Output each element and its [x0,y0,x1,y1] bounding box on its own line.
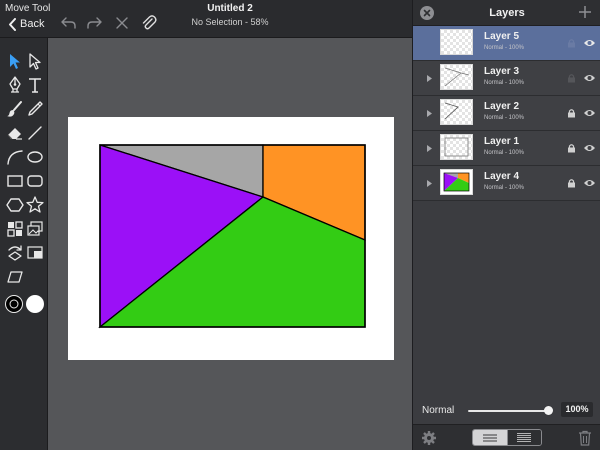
frame-icon[interactable] [25,243,45,263]
move-arrow-icon[interactable] [5,51,25,71]
paperclip-icon[interactable] [140,14,158,32]
layer-thumbnail [440,169,473,195]
eye-icon[interactable] [583,73,596,83]
lock-icon[interactable] [567,73,576,83]
ellipse-icon[interactable] [25,147,45,167]
lock-icon[interactable] [567,178,576,188]
compact-list-icon[interactable] [506,430,541,445]
disclosure-triangle-icon[interactable] [426,179,434,188]
layer-row-layer-2[interactable]: Layer 2 Normal - 100% [413,96,600,131]
back-button[interactable]: Back [8,15,44,33]
disclosure-triangle-icon[interactable] [426,74,434,83]
opacity-slider-fill [468,410,548,412]
back-label: Back [20,18,45,30]
document-title-block[interactable]: Untitled 2 No Selection - 58% [160,3,300,27]
opacity-slider[interactable] [468,406,553,415]
list-view-icon[interactable] [473,430,507,445]
opacity-value[interactable]: 100% [561,402,593,417]
skew-icon[interactable] [5,267,25,287]
layer-name: Layer 4 [484,171,520,182]
disclosure-triangle-icon[interactable] [426,109,434,118]
layer-name: Layer 2 [484,101,520,112]
eye-icon[interactable] [583,143,596,153]
layer-name: Layer 5 [484,31,520,42]
arc-icon[interactable] [5,147,25,167]
layer-thumbnail [440,99,473,125]
layers-title: Layers [489,7,525,19]
document-title: Untitled 2 [207,3,253,14]
star-icon[interactable] [25,195,45,215]
layer-name: Layer 3 [484,66,520,77]
layer-mode: Normal - 100% [484,185,525,191]
direct-select-icon[interactable] [25,51,45,71]
eye-icon[interactable] [583,108,596,118]
layer-thumbnail [440,29,473,55]
layer-row-layer-5[interactable]: Layer 5 Normal - 100% [413,26,600,61]
eraser-icon[interactable] [5,123,25,143]
rounded-rect-icon[interactable] [25,171,45,191]
opacity-slider-thumb[interactable] [544,406,553,415]
undo-icon[interactable] [59,14,77,32]
current-tool-label: Move Tool [5,3,51,14]
toolbox [0,38,48,450]
top-bar: Move Tool Back Untitled 2 No Selection -… [0,0,412,38]
layer-mode: Normal - 100% [484,115,525,121]
layer-mode: Normal - 100% [484,80,525,86]
selection-status: No Selection - 58% [191,17,269,27]
brush-icon[interactable] [5,99,25,119]
lock-icon[interactable] [567,38,576,48]
fill-color-icon[interactable] [25,294,45,314]
gear-icon[interactable] [421,430,437,446]
image-stack-icon[interactable] [25,219,45,239]
eye-icon[interactable] [583,38,596,48]
artboard[interactable] [68,117,394,360]
line-icon[interactable] [25,123,45,143]
text-icon[interactable] [25,75,45,95]
layer-thumbnail [440,64,473,90]
disclosure-triangle-icon[interactable] [426,144,434,153]
layer-view-toggle [472,429,542,446]
trash-icon[interactable] [578,430,592,446]
layer-row-layer-4[interactable]: Layer 4 Normal - 100% [413,166,600,201]
blend-mode-label[interactable]: Normal [422,405,454,416]
layer-mode: Normal - 100% [484,150,525,156]
blend-opacity-bar: Normal 100% [413,396,600,424]
transform-icon[interactable] [5,243,25,263]
layer-name: Layer 1 [484,136,520,147]
layers-header: Layers [413,0,600,26]
pencil-icon[interactable] [25,99,45,119]
chevron-left-icon [9,17,16,31]
pen-icon[interactable] [5,75,25,95]
layer-row-layer-1[interactable]: Layer 1 Normal - 100% [413,131,600,166]
eye-icon[interactable] [583,178,596,188]
rectangle-icon[interactable] [5,171,25,191]
plus-icon[interactable] [577,4,593,20]
layer-mode: Normal - 100% [484,45,525,51]
layers-footer [413,424,600,450]
layers-panel: Layers Layer 5 Normal - 100% Layer 3 Nor… [412,0,600,450]
stroke-color-icon[interactable] [4,294,24,314]
lock-icon[interactable] [567,143,576,153]
grid-icon[interactable] [5,219,25,239]
layer-row-layer-3[interactable]: Layer 3 Normal - 100% [413,61,600,96]
delete-icon[interactable] [113,14,131,32]
redo-icon[interactable] [86,14,104,32]
lock-icon[interactable] [567,108,576,118]
layer-thumbnail [440,134,473,160]
hexagon-icon[interactable] [5,195,25,215]
